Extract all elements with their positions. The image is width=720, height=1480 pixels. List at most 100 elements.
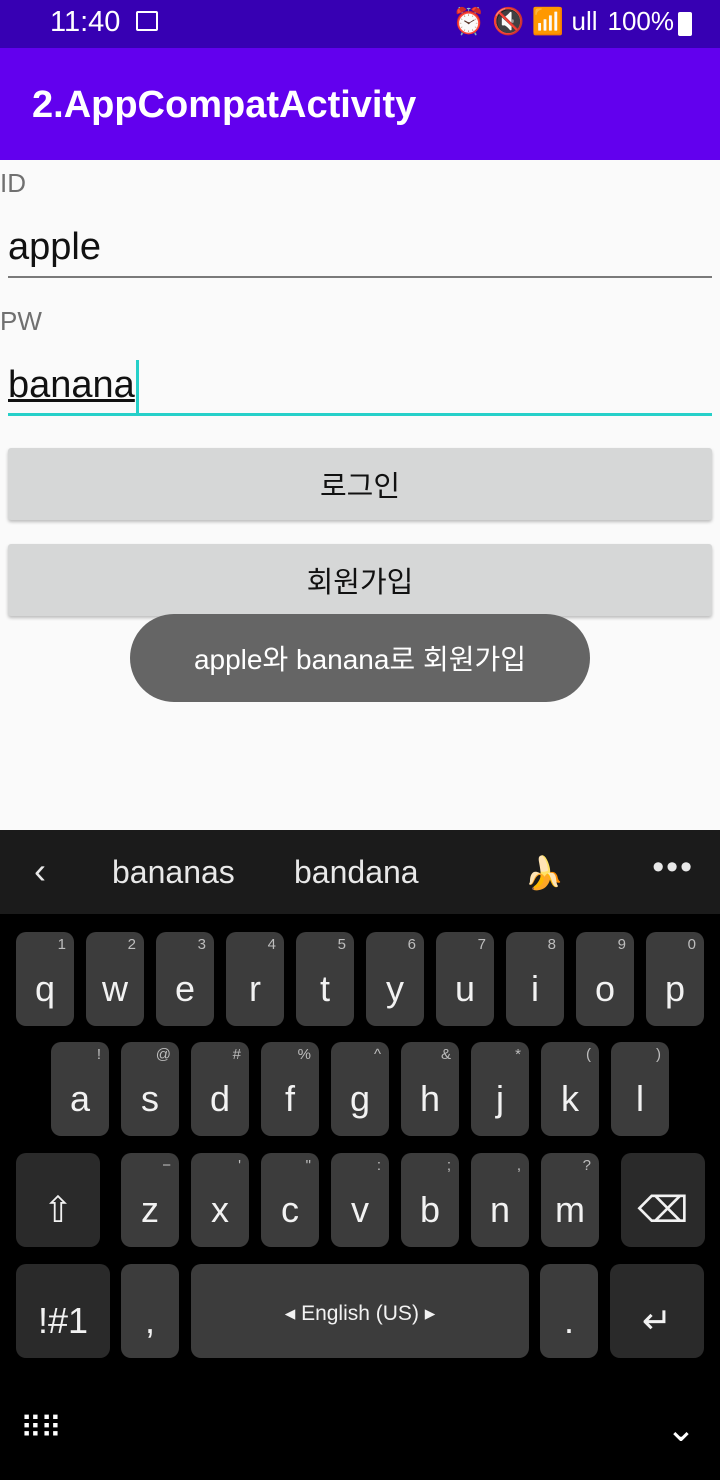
- key-u-secondary: 7: [477, 936, 486, 953]
- key-v-secondary: :: [376, 1157, 381, 1174]
- period-key[interactable]: .: [540, 1264, 598, 1358]
- key-z[interactable]: z −: [121, 1153, 179, 1247]
- key-r-label: r: [249, 968, 261, 1009]
- key-e-label: e: [174, 968, 196, 1009]
- key-c-secondary: ": [305, 1157, 311, 1174]
- key-m-label: m: [555, 1189, 585, 1230]
- key-e[interactable]: e3: [156, 932, 214, 1026]
- more-icon[interactable]: •••: [652, 848, 694, 887]
- key-j[interactable]: j *: [471, 1042, 529, 1136]
- key-a-label: a: [69, 1078, 91, 1119]
- suggestion-1[interactable]: bananas: [112, 854, 235, 891]
- key-b[interactable]: b;: [401, 1153, 459, 1247]
- key-q-label: q: [34, 968, 56, 1009]
- key-t-secondary: 5: [337, 936, 346, 953]
- pw-input-value: banana: [8, 364, 135, 406]
- key-y[interactable]: y6: [366, 932, 424, 1026]
- app-bar: 2.AppCompatActivity: [0, 48, 720, 160]
- suggestion-bar: ‹ bananas bandana 🍌 •••: [0, 830, 720, 914]
- key-l-secondary: ): [656, 1046, 661, 1063]
- space-key-label: ◂ English (US) ▸: [284, 1302, 436, 1325]
- key-d[interactable]: d #: [191, 1042, 249, 1136]
- key-g-secondary: ^: [373, 1046, 381, 1063]
- chevron-left-icon[interactable]: ‹: [34, 850, 46, 892]
- status-icon-group: ⏰ 🔇 📶 ull: [452, 6, 598, 36]
- battery-percent: 100%: [607, 6, 675, 36]
- signup-button[interactable]: 회원가입: [8, 544, 712, 616]
- key-k[interactable]: k(: [541, 1042, 599, 1136]
- key-f[interactable]: f%: [261, 1042, 319, 1136]
- keyboard: ‹ bananas bandana 🍌 ••• q1w2e3r4t5y6u7i8…: [0, 830, 720, 1480]
- key-s-secondary: @: [155, 1046, 171, 1063]
- key-o-secondary: 9: [617, 936, 626, 953]
- id-input-value: apple: [8, 226, 101, 268]
- key-a[interactable]: a!: [51, 1042, 109, 1136]
- key-p-label: p: [664, 968, 686, 1009]
- key-s[interactable]: s @: [121, 1042, 179, 1136]
- key-m-secondary: ?: [582, 1157, 591, 1174]
- period-key-label: .: [563, 1300, 574, 1341]
- id-input[interactable]: apple: [8, 222, 712, 278]
- key-z-label: z: [141, 1189, 159, 1230]
- key-k-label: k: [561, 1078, 579, 1119]
- banana-emoji-suggestion[interactable]: 🍌: [524, 854, 564, 892]
- suggestion-2[interactable]: bandana: [294, 854, 419, 891]
- key-f-label: f: [284, 1078, 295, 1119]
- symbols-key-label: !#1: [37, 1300, 89, 1341]
- key-u-label: u: [454, 968, 476, 1009]
- key-v-label: v: [351, 1189, 369, 1230]
- key-n[interactable]: n,: [471, 1153, 529, 1247]
- key-e-secondary: 3: [197, 936, 206, 953]
- keyboard-grid-icon[interactable]: ⠿⠿: [20, 1411, 62, 1446]
- key-o-label: o: [594, 968, 616, 1009]
- key-y-label: y: [386, 968, 404, 1009]
- key-m[interactable]: m?: [541, 1153, 599, 1247]
- key-l[interactable]: l): [611, 1042, 669, 1136]
- key-w[interactable]: w2: [86, 932, 144, 1026]
- pw-input[interactable]: banana: [8, 360, 712, 416]
- id-label: ID: [0, 168, 26, 198]
- symbols-key[interactable]: !#1: [16, 1264, 110, 1358]
- shift-key[interactable]: ⇧: [16, 1153, 100, 1247]
- key-u[interactable]: u7: [436, 932, 494, 1026]
- key-x[interactable]: x ': [191, 1153, 249, 1247]
- key-d-label: d: [209, 1078, 231, 1119]
- key-r-secondary: 4: [267, 936, 276, 953]
- key-o[interactable]: o9: [576, 932, 634, 1026]
- key-q-secondary: 1: [57, 936, 66, 953]
- status-bar: 11:40 ⏰ 🔇 📶 ull 100%: [0, 0, 720, 48]
- key-w-secondary: 2: [127, 936, 136, 953]
- key-w-label: w: [102, 968, 128, 1009]
- key-k-secondary: (: [586, 1046, 591, 1063]
- key-t[interactable]: t5: [296, 932, 354, 1026]
- space-key[interactable]: ◂ English (US) ▸: [191, 1264, 529, 1358]
- key-x-secondary: ': [238, 1157, 241, 1174]
- key-c[interactable]: c ": [261, 1153, 319, 1247]
- key-c-label: c: [281, 1189, 299, 1230]
- key-b-secondary: ;: [446, 1157, 451, 1174]
- key-g-label: g: [349, 1078, 371, 1119]
- backspace-key-label: ⌫: [637, 1189, 689, 1230]
- key-q[interactable]: q1: [16, 932, 74, 1026]
- key-d-secondary: #: [232, 1046, 241, 1063]
- backspace-key[interactable]: ⌫: [621, 1153, 705, 1247]
- key-r[interactable]: r4: [226, 932, 284, 1026]
- key-j-secondary: *: [515, 1046, 521, 1063]
- text-cursor: [135, 360, 139, 416]
- key-s-label: s: [141, 1078, 159, 1119]
- key-x-label: x: [211, 1189, 229, 1230]
- key-i[interactable]: i8: [506, 932, 564, 1026]
- hide-keyboard-icon[interactable]: ⌄: [666, 1408, 696, 1450]
- enter-key[interactable]: ↵: [610, 1264, 704, 1358]
- pw-label: PW: [0, 306, 42, 336]
- key-g[interactable]: g ^: [331, 1042, 389, 1136]
- key-h[interactable]: h &: [401, 1042, 459, 1136]
- key-p[interactable]: p0: [646, 932, 704, 1026]
- key-l-label: l: [636, 1078, 644, 1119]
- login-button[interactable]: 로그인: [8, 448, 712, 520]
- key-v[interactable]: v:: [331, 1153, 389, 1247]
- comma-key[interactable]: ,: [121, 1264, 179, 1358]
- page-title: 2.AppCompatActivity: [32, 84, 417, 126]
- status-icons: ⏰ 🔇 📶 ull 100%: [453, 6, 674, 37]
- key-t-label: t: [319, 968, 330, 1009]
